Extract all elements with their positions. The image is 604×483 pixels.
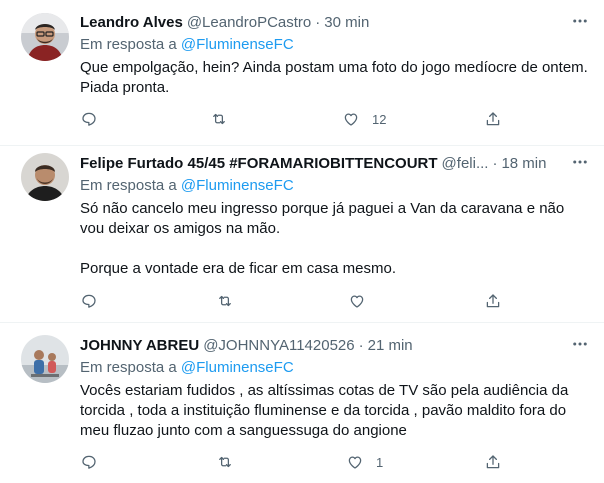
author-handle[interactable]: @feli...	[442, 154, 489, 174]
avatar[interactable]	[21, 13, 69, 61]
tweet-paragraph: Só não cancelo meu ingresso porque já pa…	[80, 200, 565, 237]
tweet-paragraph: Que empolgação, hein? Ainda postam uma f…	[80, 59, 588, 96]
like-count: 12	[372, 111, 387, 127]
retweet-button[interactable]	[216, 291, 234, 311]
share-icon	[484, 110, 502, 128]
retweet-icon	[210, 110, 228, 128]
author-handle[interactable]: @JOHNNYA11420526	[203, 336, 354, 356]
more-icon[interactable]	[570, 11, 590, 31]
separator-dot: ·	[358, 337, 364, 354]
separator-dot: ·	[492, 155, 498, 172]
timestamp[interactable]: 30 min	[324, 13, 369, 33]
reply-button[interactable]	[80, 452, 98, 472]
tweet-text: Só não cancelo meu ingresso porque já pa…	[80, 199, 590, 279]
like-icon	[346, 453, 364, 471]
author-name[interactable]: Leandro Alves	[80, 13, 183, 33]
like-button[interactable]: 12	[342, 109, 386, 129]
retweet-button[interactable]	[216, 452, 234, 472]
more-icon[interactable]	[570, 152, 590, 172]
separator-dot: ·	[315, 14, 321, 31]
timestamp[interactable]: 18 min	[501, 154, 546, 174]
tweet-text: Que empolgação, hein? Ainda postam uma f…	[80, 58, 590, 98]
reply-prefix: Em resposta a	[80, 177, 177, 194]
reply-icon	[80, 292, 98, 310]
share-icon	[484, 453, 502, 471]
share-button[interactable]	[484, 109, 502, 129]
author-handle[interactable]: @LeandroPCastro	[187, 13, 311, 33]
reply-mention-link[interactable]: @FluminenseFC	[181, 36, 294, 53]
reply-mention-link[interactable]: @FluminenseFC	[181, 359, 294, 376]
reply-prefix: Em resposta a	[80, 359, 177, 376]
avatar[interactable]	[21, 153, 69, 201]
reply-icon	[80, 453, 98, 471]
like-count: 1	[376, 454, 384, 470]
tweet-paragraph: Vocês estariam fudidos , as altíssimas c…	[80, 382, 569, 439]
reply-icon	[80, 110, 98, 128]
reply-context: Em resposta a @FluminenseFC	[80, 35, 590, 55]
author-name[interactable]: Felipe Furtado 45/45 #FORAMARIOBITTENCOU…	[80, 154, 438, 174]
share-icon	[484, 292, 502, 310]
like-button[interactable]: 1	[346, 452, 383, 472]
like-button[interactable]	[348, 291, 378, 311]
reply-button[interactable]	[80, 291, 98, 311]
retweet-button[interactable]	[210, 109, 228, 129]
reply-mention-link[interactable]: @FluminenseFC	[181, 177, 294, 194]
tweet-text: Vocês estariam fudidos , as altíssimas c…	[80, 381, 590, 441]
tweet[interactable]: JOHNNY ABREU @JOHNNYA11420526 · 21 min E…	[0, 323, 604, 483]
reply-prefix: Em resposta a	[80, 36, 177, 53]
share-button[interactable]	[484, 291, 502, 311]
retweet-icon	[216, 292, 234, 310]
like-icon	[342, 110, 360, 128]
timestamp[interactable]: 21 min	[368, 336, 413, 356]
reply-context: Em resposta a @FluminenseFC	[80, 176, 590, 196]
reply-button[interactable]	[80, 109, 98, 129]
more-icon[interactable]	[570, 334, 590, 354]
tweet[interactable]: Felipe Furtado 45/45 #FORAMARIOBITTENCOU…	[0, 146, 604, 323]
reply-context: Em resposta a @FluminenseFC	[80, 358, 590, 378]
tweet[interactable]: Leandro Alves @LeandroPCastro · 30 min E…	[0, 0, 604, 146]
tweet-paragraph: Porque a vontade era de ficar em casa me…	[80, 260, 396, 277]
retweet-icon	[216, 453, 234, 471]
like-icon	[348, 292, 366, 310]
author-name[interactable]: JOHNNY ABREU	[80, 336, 199, 356]
share-button[interactable]	[484, 452, 502, 472]
avatar[interactable]	[21, 335, 69, 383]
